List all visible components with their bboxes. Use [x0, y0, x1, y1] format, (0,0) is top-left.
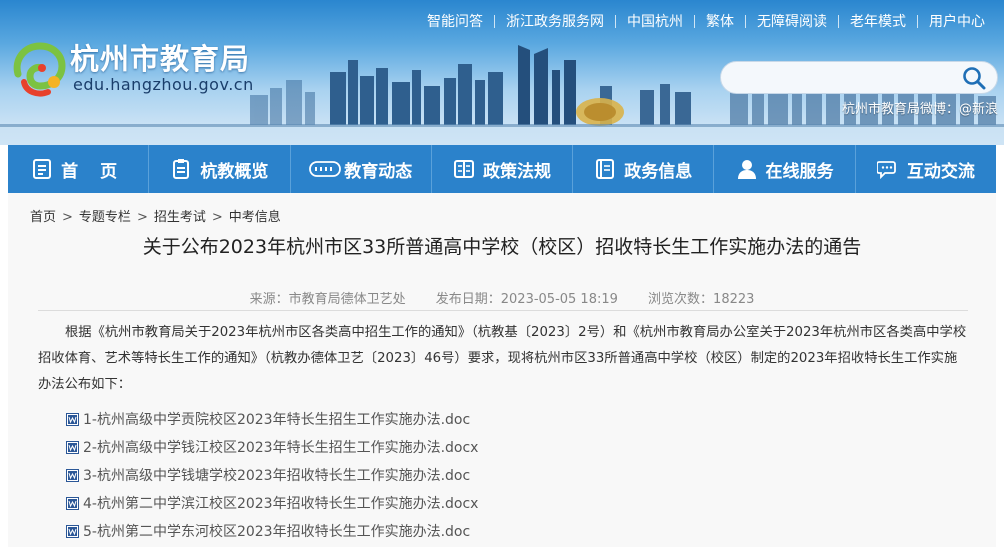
nav-item-gov-info[interactable]: 政务信息 [573, 145, 715, 193]
chat-icon [876, 161, 896, 180]
top-link-zhejiang-gov-service[interactable]: 浙江政务服务网 [495, 11, 615, 31]
search-box [720, 61, 998, 94]
attachment-link[interactable]: 3-杭州高级中学钱塘学校2023年招收特长生工作实施办法.doc [83, 465, 470, 485]
document-icon [453, 160, 474, 178]
book-icon [596, 159, 615, 179]
breadcrumb-zhongkao-info[interactable]: 中考信息 [229, 210, 281, 225]
site-domain: edu.hangzhou.gov.cn [73, 75, 254, 94]
nav-item-policies[interactable]: 政策法规 [432, 145, 574, 193]
attachment-link[interactable]: 5-杭州第二中学东河校区2023年招收特长生工作实施办法.doc [83, 521, 470, 541]
nav-label: 互动交流 [906, 161, 975, 182]
main-nav: 首 页 杭教概览 教育动态 政策法规 政务信息 在线服务 互动交流 [8, 145, 996, 193]
nav-label: 教育动态 [344, 161, 413, 182]
breadcrumb-separator: > [211, 210, 223, 225]
nav-item-news[interactable]: 教育动态 [291, 145, 432, 193]
article-title: 关于公布2023年杭州市区33所普通高中学校（校区）招收特长生工作实施办法的通告 [142, 236, 862, 258]
attachment-item[interactable]: 3-杭州高级中学钱塘学校2023年招收特长生工作实施办法.doc [66, 461, 478, 489]
news-icon [309, 161, 342, 177]
top-link-smart-qa[interactable]: 智能问答 [416, 11, 494, 31]
word-doc-icon [66, 440, 79, 454]
search-icon[interactable] [961, 66, 987, 90]
meta-divider [38, 310, 968, 311]
nav-item-interaction[interactable]: 互动交流 [856, 145, 996, 193]
article-paragraph: 根据《杭州市教育局关于2023年杭州市区各类高中招生工作的通知》（杭教基〔202… [38, 325, 967, 392]
attachment-list: 1-杭州高级中学贡院校区2023年特长生招生工作实施办法.doc 2-杭州高级中… [66, 405, 478, 545]
attachment-item[interactable]: 1-杭州高级中学贡院校区2023年特长生招生工作实施办法.doc [66, 405, 478, 433]
breadcrumb-separator: > [62, 210, 73, 225]
article-meta: 来源：市教育局德体卫艺处 发布日期：2023-05-05 18:19 浏览次数：… [0, 288, 1004, 307]
nav-label: 首 页 [61, 161, 126, 182]
top-link-user-center[interactable]: 用户中心 [918, 11, 996, 31]
attachment-link[interactable]: 1-杭州高级中学贡院校区2023年特长生招生工作实施办法.doc [83, 409, 470, 429]
nav-item-home[interactable]: 首 页 [8, 145, 150, 193]
attachment-item[interactable]: 2-杭州高级中学钱江校区2023年特长生招生工作实施办法.docx [66, 433, 478, 461]
search-input[interactable] [735, 67, 959, 90]
bureau-logo-icon[interactable] [12, 38, 70, 98]
word-doc-icon [66, 496, 79, 510]
nav-label: 政策法规 [482, 161, 551, 182]
word-doc-icon [66, 524, 79, 538]
clipboard-icon [173, 159, 190, 179]
nav-label: 杭教概览 [200, 161, 269, 182]
user-icon [737, 160, 756, 179]
nav-item-online-service[interactable]: 在线服务 [714, 145, 856, 193]
article-date: 发布日期：2023-05-05 18:19 [435, 292, 618, 307]
breadcrumb-admissions[interactable]: 招生考试 [154, 210, 206, 225]
top-links: 智能问答 浙江政务服务网 中国杭州 繁体 无障碍阅读 老年模式 用户中心 [416, 11, 996, 31]
weibo-link[interactable]: 杭州市教育局微博：@新浪 [842, 98, 998, 117]
attachment-link[interactable]: 2-杭州高级中学钱江校区2023年特长生招生工作实施办法.docx [83, 437, 478, 457]
site-title[interactable]: 杭州市教育局 [70, 36, 250, 78]
article-source: 来源：市教育局德体卫艺处 [249, 292, 406, 307]
breadcrumb: 首页 > 专题专栏 > 招生考试 > 中考信息 [30, 206, 281, 225]
article-views: 浏览次数：18223 [648, 292, 755, 307]
attachment-item[interactable]: 4-杭州第二中学滨江校区2023年招收特长生工作实施办法.docx [66, 489, 478, 517]
top-link-accessibility[interactable]: 无障碍阅读 [746, 11, 838, 31]
top-link-china-hangzhou[interactable]: 中国杭州 [616, 11, 694, 31]
nav-label: 政务信息 [624, 161, 693, 182]
nav-item-overview[interactable]: 杭教概览 [149, 145, 291, 193]
nav-label: 在线服务 [765, 161, 834, 182]
word-doc-icon [66, 412, 79, 426]
word-doc-icon [66, 468, 79, 482]
top-link-elderly-mode[interactable]: 老年模式 [839, 11, 917, 31]
top-link-traditional-chinese[interactable]: 繁体 [695, 11, 745, 31]
attachment-link[interactable]: 4-杭州第二中学滨江校区2023年招收特长生工作实施办法.docx [83, 493, 478, 513]
breadcrumb-separator: > [136, 210, 148, 225]
attachment-item[interactable]: 5-杭州第二中学东河校区2023年招收特长生工作实施办法.doc [66, 517, 478, 545]
breadcrumb-home[interactable]: 首页 [30, 210, 56, 225]
site-header: 智能问答 浙江政务服务网 中国杭州 繁体 无障碍阅读 老年模式 用户中心 杭州市… [0, 0, 1004, 145]
home-doc-icon [33, 159, 52, 179]
breadcrumb-special-topics[interactable]: 专题专栏 [79, 210, 131, 225]
